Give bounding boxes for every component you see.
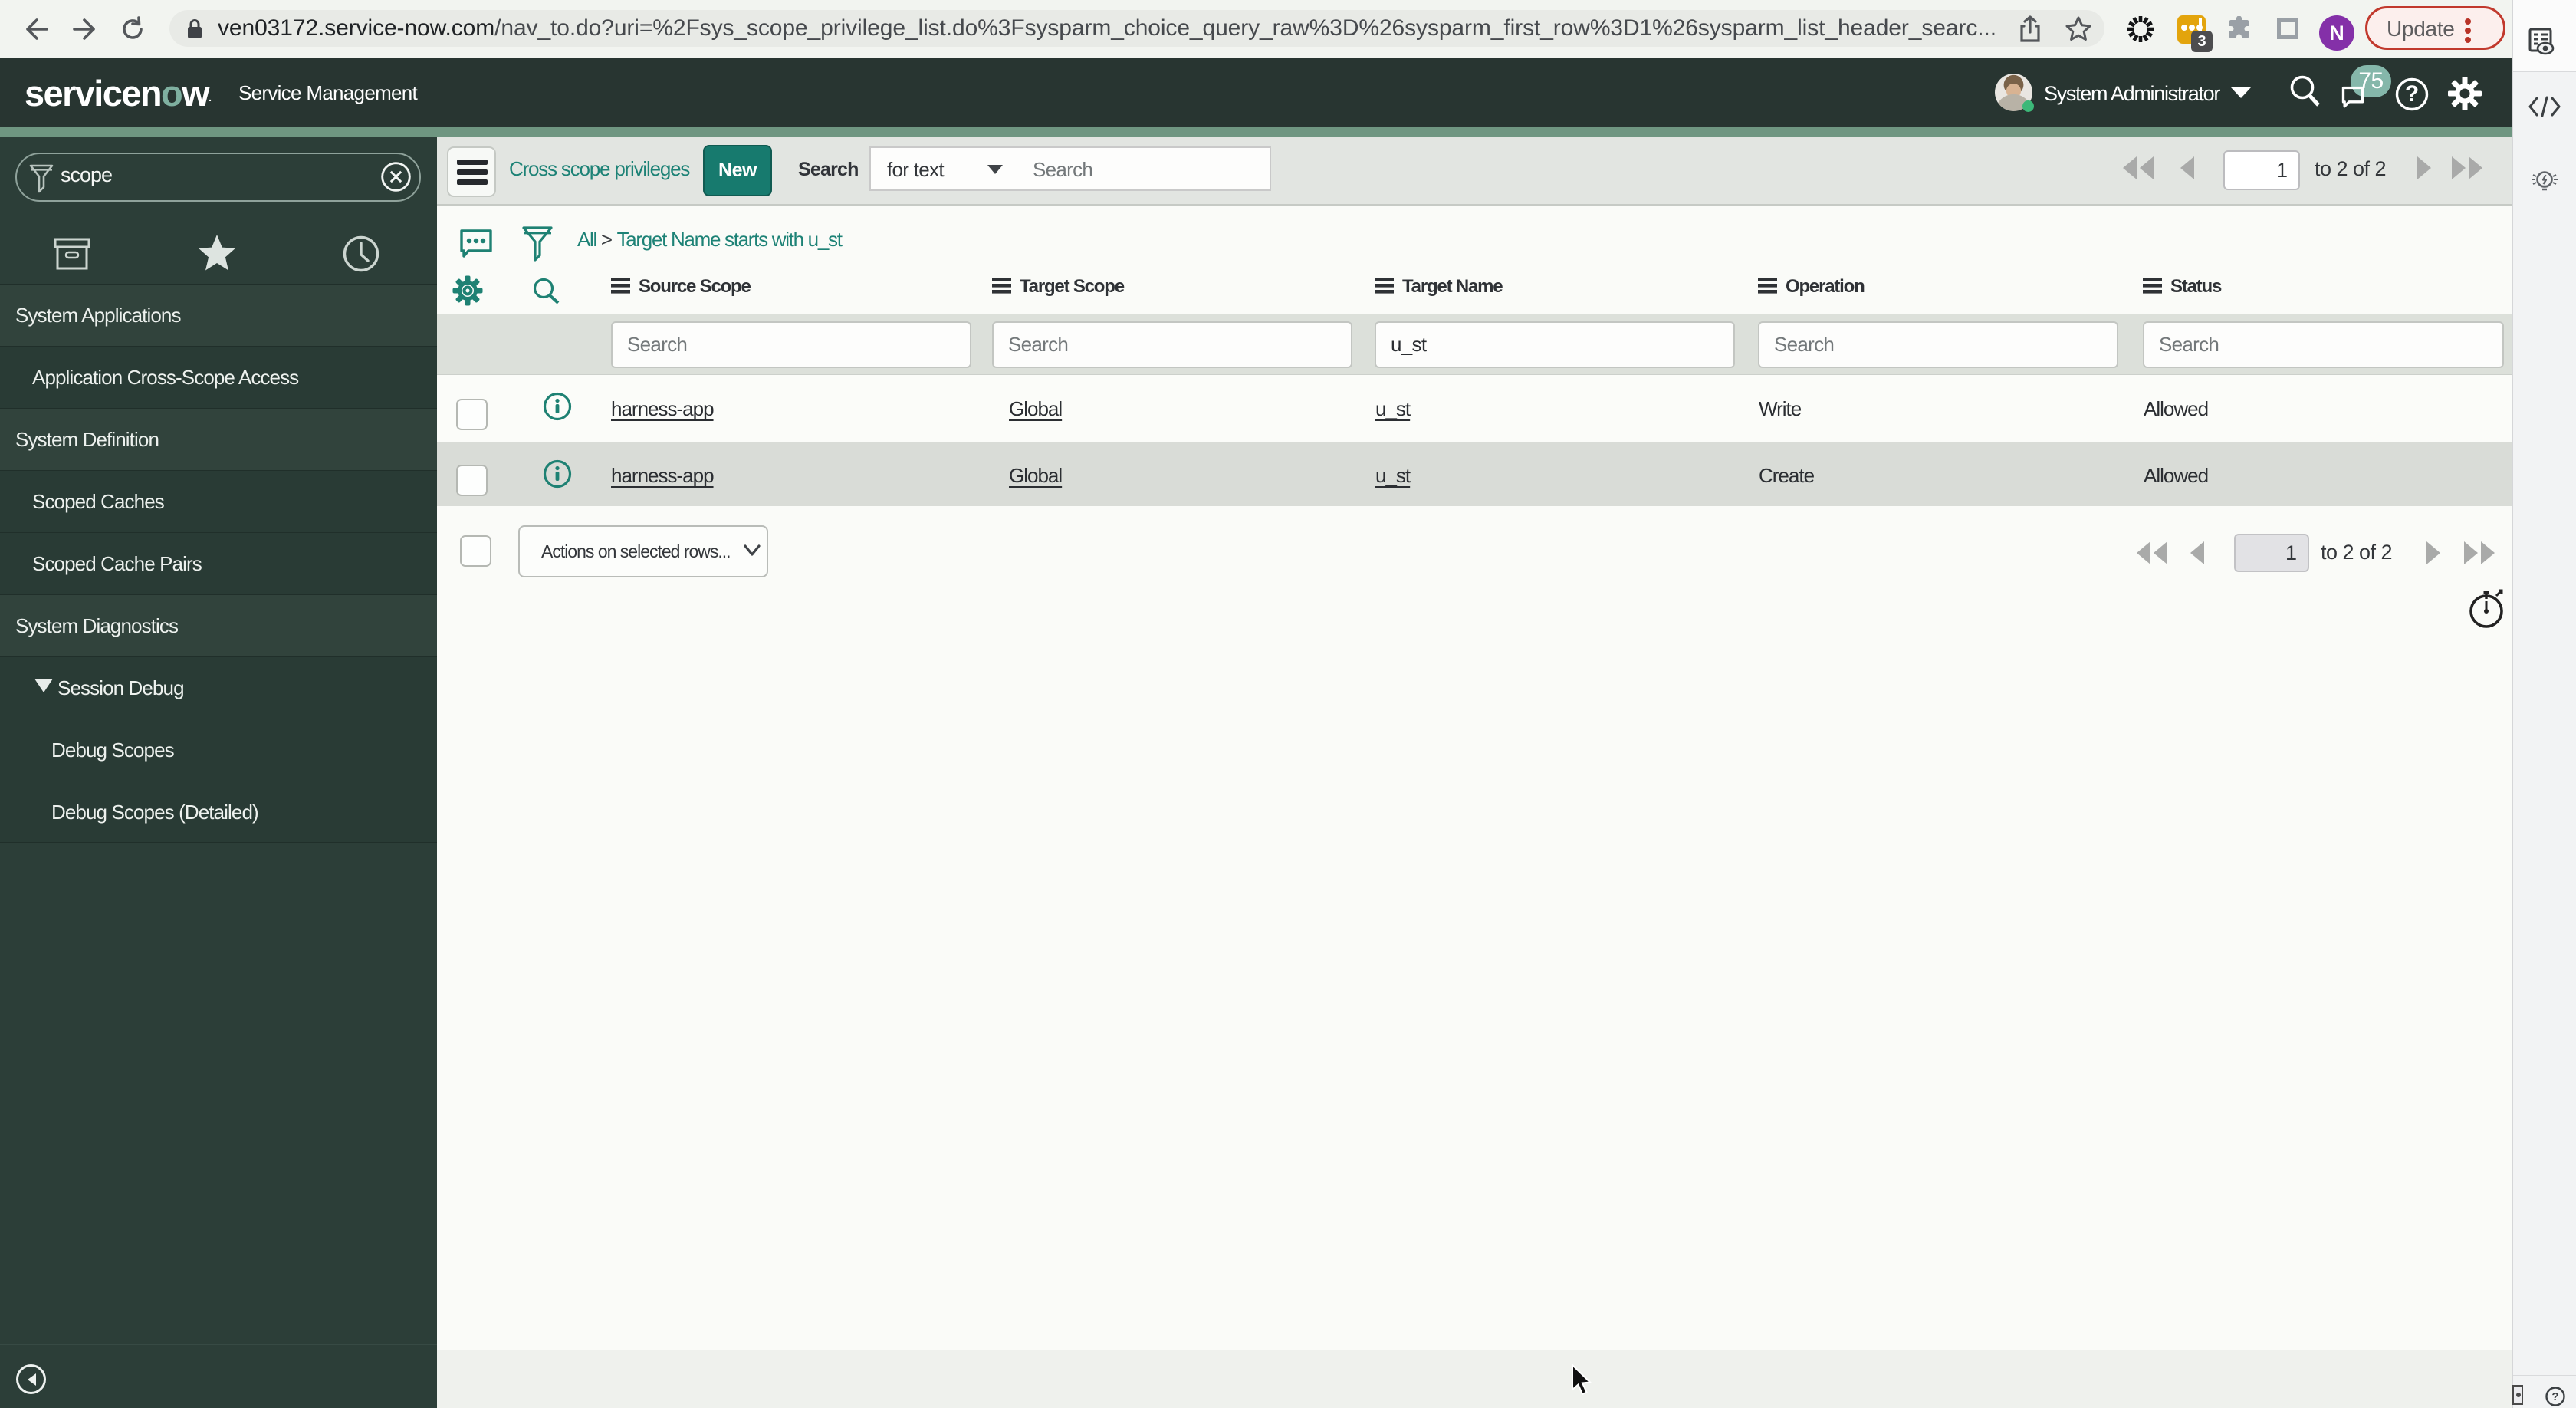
- svg-text:?: ?: [2551, 1390, 2558, 1403]
- svg-text:?: ?: [2405, 81, 2419, 107]
